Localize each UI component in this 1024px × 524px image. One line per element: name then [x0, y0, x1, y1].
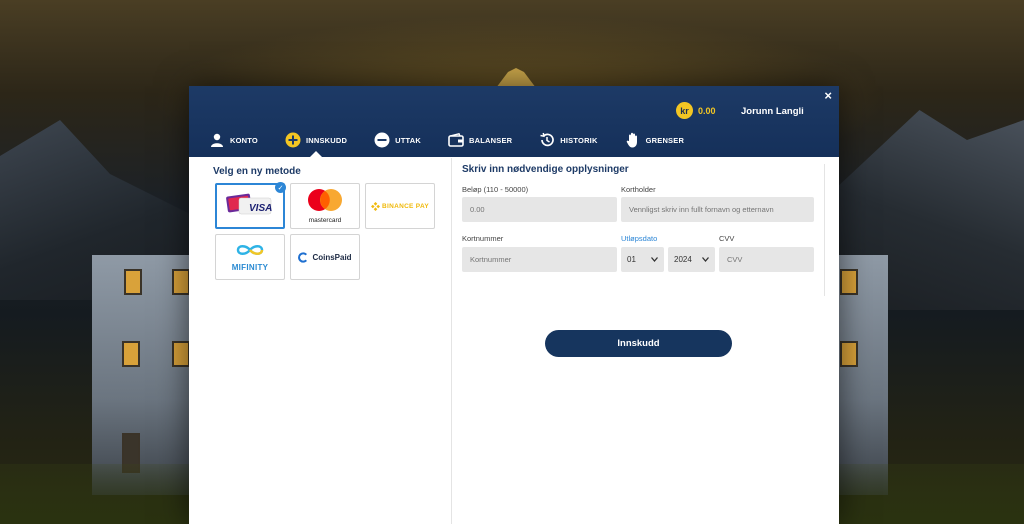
payment-method-mastercard[interactable]: mastercard — [290, 183, 360, 229]
account-tabs: KONTO INNSKUDD UTTAK BALANSER HISTORIK G… — [209, 129, 711, 157]
coinspaid-icon: CoinsPaid — [298, 251, 352, 263]
chevron-down-icon — [702, 255, 709, 264]
background-window — [840, 341, 858, 367]
deposit-submit-button[interactable]: Innskudd — [545, 330, 732, 357]
tab-innskudd[interactable]: INNSKUDD — [285, 129, 347, 157]
cardholder-label: Kortholder — [621, 185, 656, 194]
mastercard-wordmark: mastercard — [308, 217, 342, 224]
background-building-left — [92, 255, 190, 495]
binance-pay-icon: BINANCE PAY — [370, 201, 429, 211]
background-window — [172, 341, 190, 367]
wallet-icon — [448, 132, 464, 148]
expiry-month-select[interactable]: 01 — [621, 247, 664, 272]
payment-method-mifinity[interactable]: MIFINITY — [215, 234, 285, 280]
card-number-input[interactable] — [462, 247, 617, 272]
cvv-label: CVV — [719, 234, 735, 243]
tab-label: GRENSER — [645, 135, 685, 145]
expiry-year-select[interactable]: 2024 — [668, 247, 715, 272]
cvv-input[interactable] — [719, 247, 814, 272]
background-window — [840, 269, 858, 295]
tab-label: BALANSER — [469, 135, 513, 145]
background-window — [172, 269, 190, 295]
selected-check-icon: ✓ — [275, 182, 286, 193]
tab-konto[interactable]: KONTO — [209, 129, 258, 157]
payment-method-title: Velg en ny metode — [213, 166, 301, 177]
tab-historik[interactable]: HISTORIK — [539, 129, 597, 157]
background-window — [122, 341, 140, 367]
background-building-right — [838, 255, 888, 495]
payment-method-panel: Velg en ny metode VISA ✓ mastercard BINA… — [213, 166, 443, 280]
history-icon — [539, 132, 555, 148]
payment-method-coinspaid[interactable]: CoinsPaid — [290, 234, 360, 280]
mastercard-icon — [306, 188, 344, 217]
hand-icon — [625, 132, 641, 148]
minus-circle-icon — [374, 132, 390, 148]
tab-balanser[interactable]: BALANSER — [448, 129, 512, 157]
visa-wordmark: VISA — [249, 203, 273, 214]
tab-uttak[interactable]: UTTAK — [374, 129, 421, 157]
tab-label: KONTO — [230, 135, 258, 145]
tab-label: UTTAK — [395, 135, 421, 145]
user-icon — [209, 132, 225, 148]
payment-method-grid: VISA ✓ mastercard BINANCE PAY MIFINITY C… — [215, 182, 443, 280]
username[interactable]: Jorunn Langli — [741, 106, 804, 117]
cardholder-input[interactable] — [621, 197, 814, 222]
modal-header: × kr 0.00 Jorunn Langli KONTO INNSKUDD U… — [189, 86, 839, 157]
plus-circle-icon — [285, 132, 301, 148]
expiry-month-value: 01 — [627, 255, 636, 264]
tab-label: HISTORIK — [560, 135, 598, 145]
payment-method-binance-pay[interactable]: BINANCE PAY — [365, 183, 435, 229]
close-button[interactable]: × — [824, 88, 832, 103]
mifinity-icon — [235, 242, 265, 263]
coinspaid-wordmark: CoinsPaid — [312, 252, 352, 262]
payment-method-visa[interactable]: VISA ✓ — [215, 182, 286, 229]
mifinity-wordmark: MIFINITY — [231, 263, 269, 272]
column-divider — [451, 158, 452, 524]
expiry-label: Utløpsdato — [621, 234, 658, 243]
amount-label: Beløp (110 - 50000) — [462, 185, 529, 194]
balance-display: kr 0.00 — [676, 102, 716, 119]
balance-value: 0.00 — [698, 105, 716, 116]
form-title: Skriv inn nødvendige opplysninger — [462, 164, 629, 175]
amount-input[interactable] — [462, 197, 617, 222]
form-right-border — [824, 164, 825, 296]
card-number-label: Kortnummer — [462, 234, 504, 243]
tab-grenser[interactable]: GRENSER — [625, 129, 685, 157]
background-window — [124, 269, 142, 295]
tab-label: INNSKUDD — [305, 135, 348, 145]
currency-coin-icon: kr — [676, 102, 693, 119]
binance-pay-wordmark: BINANCE PAY — [381, 202, 429, 210]
account-modal: × kr 0.00 Jorunn Langli KONTO INNSKUDD U… — [189, 86, 839, 524]
chevron-down-icon — [651, 255, 658, 264]
expiry-year-value: 2024 — [674, 255, 692, 264]
